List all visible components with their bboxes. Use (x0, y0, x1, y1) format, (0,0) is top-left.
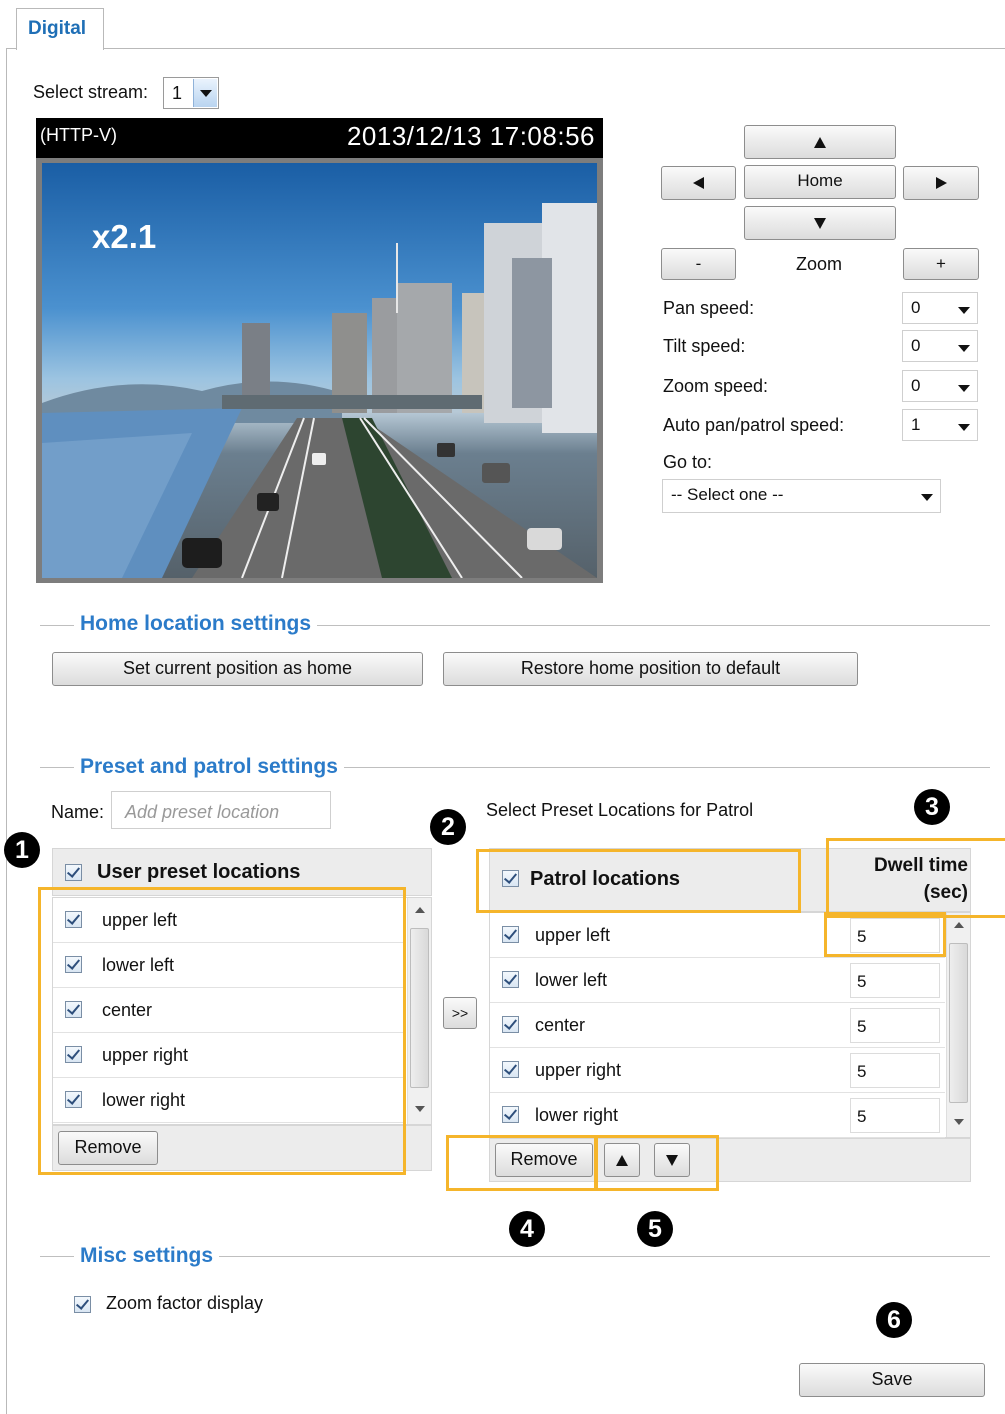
home-button-label: Home (797, 171, 843, 190)
panel-border (104, 48, 1005, 49)
pan-speed-label: Pan speed: (663, 298, 755, 318)
tilt-down-button[interactable] (744, 206, 896, 240)
save-button[interactable]: Save (799, 1363, 985, 1397)
pan-speed-select[interactable]: 0 (902, 292, 978, 324)
scroll-thumb[interactable] (410, 928, 429, 1088)
scroll-thumb[interactable] (949, 943, 968, 1103)
zoom-factor-display-label: Zoom factor display (106, 1293, 264, 1313)
scroll-down-icon (953, 1119, 964, 1125)
goto-select[interactable]: -- Select one -- (662, 479, 941, 513)
video-frame: x2.1 (36, 158, 603, 583)
callout-highlight-2 (476, 849, 801, 913)
callout-highlight-3 (826, 838, 1005, 918)
live-video[interactable]: x2.1 (42, 163, 597, 578)
item-checkbox[interactable] (502, 971, 519, 988)
auto-speed-value: 1 (911, 415, 921, 434)
scroll-up-icon (953, 922, 964, 928)
item-checkbox[interactable] (502, 926, 519, 943)
stream-label: Select stream: (33, 82, 149, 102)
callout-badge-5: 5 (637, 1211, 673, 1247)
zoom-factor-overlay: x2.1 (92, 218, 157, 255)
tilt-speed-select[interactable]: 0 (902, 330, 978, 362)
tilt-speed-label: Tilt speed: (663, 336, 746, 356)
zoom-speed-select[interactable]: 0 (902, 370, 978, 402)
callout-highlight-1 (38, 887, 406, 1175)
zoom-in-label: + (936, 254, 946, 273)
goto-value: -- Select one -- (671, 485, 784, 504)
name-label: Name: (51, 802, 105, 822)
zoom-out-button[interactable]: - (661, 248, 736, 280)
stream-value: 1 (172, 83, 183, 103)
item-label: upper left (535, 925, 611, 945)
item-label: lower right (535, 1105, 619, 1125)
callout-badge-6: 6 (876, 1302, 912, 1338)
callout-highlight-3b (824, 912, 946, 957)
panel-border (6, 48, 7, 1414)
restore-home-button[interactable]: Restore home position to default (443, 652, 858, 686)
zoom-in-button[interactable]: + (903, 248, 979, 280)
item-label: lower left (535, 970, 608, 990)
goto-label: Go to: (663, 452, 713, 472)
home-location-title: Home location settings (74, 612, 318, 636)
dwell-time-input[interactable]: 5 (850, 1053, 940, 1088)
stream-select[interactable]: 1 (163, 77, 219, 109)
item-label: upper right (535, 1060, 622, 1080)
video-caption-bar: (HTTP-V) 2013/12/13 17:08:56 (36, 118, 603, 158)
tilt-up-button[interactable] (744, 125, 896, 159)
zoom-label: Zoom (796, 254, 843, 274)
auto-speed-label: Auto pan/patrol speed: (663, 415, 845, 435)
pan-speed-value: 0 (911, 298, 921, 317)
dwell-time-input[interactable]: 5 (850, 963, 940, 998)
zoom-speed-label: Zoom speed: (663, 376, 769, 396)
list-item[interactable]: lower right 5 (490, 1093, 945, 1138)
item-checkbox[interactable] (502, 1016, 519, 1033)
list-item[interactable]: center 5 (490, 1003, 945, 1048)
set-home-button[interactable]: Set current position as home (52, 652, 423, 686)
home-button[interactable]: Home (744, 165, 896, 199)
pan-left-button[interactable] (661, 166, 736, 200)
tilt-speed-value: 0 (911, 336, 921, 355)
callout-badge-4: 4 (509, 1211, 545, 1247)
scroll-up-icon (414, 907, 425, 913)
dwell-time-input[interactable]: 5 (850, 1008, 940, 1043)
arrow-left-icon (692, 177, 704, 189)
zoom-speed-value: 0 (911, 376, 921, 395)
zoom-factor-display-checkbox[interactable] (74, 1296, 91, 1313)
callout-badge-1: 1 (4, 832, 40, 868)
patrol-caption: Select Preset Locations for Patrol (486, 800, 754, 820)
user-presets-header-label: User preset locations (97, 861, 301, 883)
item-label: center (535, 1015, 586, 1035)
arrow-up-icon (814, 137, 826, 148)
pan-right-button[interactable] (903, 166, 979, 200)
add-to-patrol-button[interactable]: >> (443, 997, 477, 1029)
list-item[interactable]: upper right 5 (490, 1048, 945, 1093)
preset-name-input[interactable]: Add preset location (111, 791, 331, 829)
callout-highlight-4 (446, 1135, 598, 1191)
select-all-user-checkbox[interactable] (65, 864, 82, 881)
scroll-down-icon (414, 1106, 425, 1112)
video-protocol: (HTTP-V) (40, 125, 117, 145)
preset-patrol-title: Preset and patrol settings (74, 755, 344, 779)
callout-badge-3: 3 (914, 789, 950, 825)
tab-digital[interactable]: Digital (16, 8, 104, 50)
arrow-down-icon (814, 218, 826, 229)
arrow-right-icon (936, 177, 947, 189)
callout-badge-2: 2 (430, 809, 466, 845)
chevron-down-icon (193, 79, 217, 107)
dwell-time-input[interactable]: 5 (850, 1098, 940, 1133)
item-checkbox[interactable] (502, 1061, 519, 1078)
item-checkbox[interactable] (502, 1106, 519, 1123)
user-list-scrollbar[interactable] (407, 898, 431, 1124)
auto-speed-select[interactable]: 1 (902, 409, 978, 441)
misc-settings-title: Misc settings (74, 1244, 220, 1268)
zoom-out-label: - (695, 254, 702, 273)
list-item[interactable]: lower left 5 (490, 958, 945, 1003)
patrol-list-scrollbar[interactable] (946, 913, 970, 1137)
video-timestamp: 2013/12/13 17:08:56 (346, 121, 595, 151)
callout-highlight-5 (594, 1135, 719, 1191)
